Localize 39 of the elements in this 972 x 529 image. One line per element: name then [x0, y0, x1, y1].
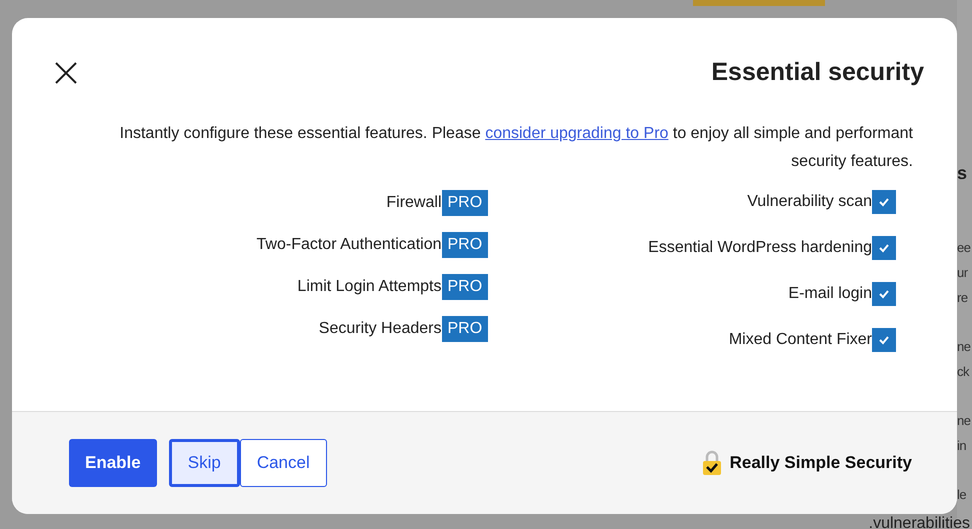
checkmark-icon — [878, 196, 890, 206]
body-text: ne — [957, 338, 972, 356]
checkbox[interactable] — [872, 236, 896, 260]
checkmark-icon — [878, 242, 890, 252]
body-text: re — [957, 289, 969, 307]
pro-badge: PRO — [442, 274, 488, 300]
pro-badge: PRO — [442, 232, 488, 258]
checkbox[interactable] — [872, 328, 896, 352]
feature-label: Firewall — [386, 192, 442, 212]
body-text: le — [957, 486, 968, 504]
feature-label: Security Headers — [318, 318, 442, 338]
close-button[interactable] — [54, 60, 78, 85]
lock-check-icon — [702, 450, 722, 476]
secondary-button[interactable]: Cancel — [240, 439, 327, 487]
upgrade-link[interactable]: consider upgrading to Pro — [485, 124, 668, 142]
feature-label: Vulnerability scan — [747, 192, 872, 212]
brand-name: Really Simple Security — [730, 452, 912, 474]
dialog-title: Essential security — [711, 57, 924, 88]
body-text: ur — [957, 264, 969, 282]
checkmark-icon — [878, 288, 890, 298]
feature-label: Two-Factor Authentication — [256, 234, 442, 254]
feature-label: Mixed Content Fixer — [728, 330, 872, 350]
body-text: ne — [957, 412, 972, 430]
section-heading: s — [957, 162, 968, 185]
body-text: ee — [957, 239, 972, 257]
enable-button[interactable]: Enable — [69, 439, 157, 487]
feature-label: Essential WordPress hardening — [648, 238, 872, 258]
description: Instantly configure these essential features. Please consider upgrading to Pro to enjoy all simple and performant security features. — [118, 124, 913, 172]
feature-label: E-mail login — [788, 284, 872, 304]
checkbox[interactable] — [872, 282, 896, 306]
checkmark-icon — [878, 334, 890, 344]
secondary-button[interactable]: Skip — [168, 439, 240, 487]
body-text: in — [957, 437, 968, 455]
pro-badge: PRO — [442, 190, 488, 216]
body-text: ck — [957, 363, 970, 381]
feature-label: Limit Login Attempts — [297, 276, 442, 296]
body-text: vulnerabilities. — [868, 516, 970, 529]
pro-badge: PRO — [442, 316, 488, 342]
checkbox[interactable] — [872, 190, 896, 214]
